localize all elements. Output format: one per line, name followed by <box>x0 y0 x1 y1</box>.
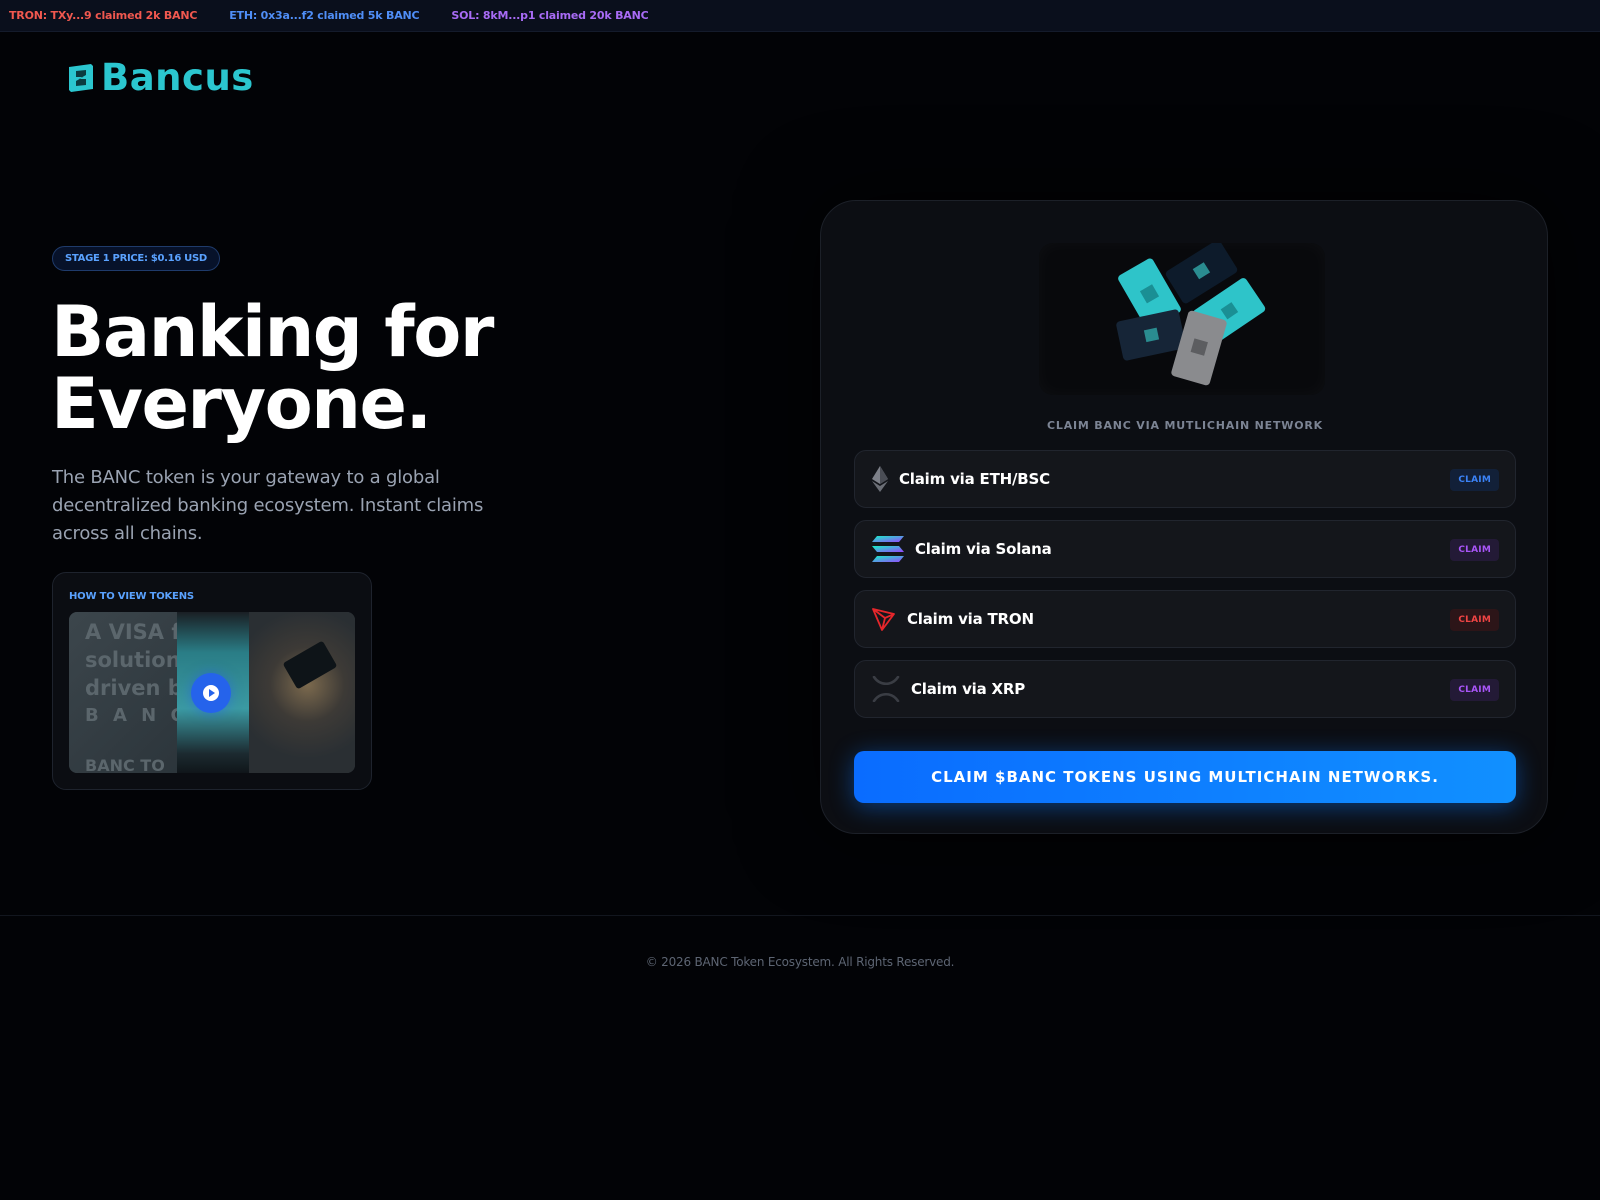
video-label: HOW TO VIEW TOKENS <box>69 591 194 602</box>
cards-illustration <box>1039 240 1325 395</box>
xrp-icon <box>871 674 901 704</box>
play-button[interactable] <box>191 673 231 713</box>
bank-cards-image <box>1116 240 1266 386</box>
thumb-line: solution <box>85 648 181 672</box>
footer-divider <box>0 915 1600 916</box>
stage-price-badge: STAGE 1 PRICE: $0.16 USD <box>52 246 220 271</box>
footer-copyright: © 2026 BANC Token Ecosystem. All Rights … <box>645 955 955 969</box>
claim-option-label: Claim via Solana <box>915 540 1052 558</box>
ticker-item-eth: ETH: 0x3a...f2 claimed 5k BANC <box>229 9 420 22</box>
video-card: HOW TO VIEW TOKENS A VISA fia solution d… <box>52 572 372 790</box>
claim-badge[interactable]: CLAIM <box>1450 539 1499 561</box>
play-icon <box>203 685 219 701</box>
claim-option-xrp[interactable]: Claim via XRP CLAIM <box>854 660 1516 718</box>
hero-title-line-1: Banking for <box>51 291 494 373</box>
video-thumbnail[interactable]: A VISA fia solution driven by B A N C U … <box>69 612 355 773</box>
claim-badge[interactable]: CLAIM <box>1450 679 1499 701</box>
claims-ticker: TRON: TXy...9 claimed 2k BANC ETH: 0x3a.… <box>0 0 1600 32</box>
claim-option-label: Claim via TRON <box>907 610 1034 628</box>
solana-icon <box>871 534 905 564</box>
ethereum-icon <box>871 464 889 494</box>
hero-title: Banking for Everyone. <box>51 291 494 445</box>
bancus-logo-icon <box>69 63 93 92</box>
brand-name: Bancus <box>101 56 254 99</box>
claim-option-tron[interactable]: Claim via TRON CLAIM <box>854 590 1516 648</box>
claim-panel: CLAIM BANC VIA MUTLICHAIN NETWORK Claim … <box>820 200 1548 834</box>
claim-option-label: Claim via XRP <box>911 680 1026 698</box>
claim-badge[interactable]: CLAIM <box>1450 609 1499 631</box>
claim-option-label: Claim via ETH/BSC <box>899 470 1050 488</box>
claim-option-eth[interactable]: Claim via ETH/BSC CLAIM <box>854 450 1516 508</box>
thumb-line: BANC TO <box>85 756 165 773</box>
thumbnail-photo-image <box>249 612 355 773</box>
tron-icon <box>871 604 897 634</box>
hero-subtitle: The BANC token is your gateway to a glob… <box>52 467 484 544</box>
claim-panel-caption: CLAIM BANC VIA MUTLICHAIN NETWORK <box>1047 419 1323 432</box>
claim-tokens-button[interactable]: CLAIM $BANC TOKENS USING MULTICHAIN NETW… <box>854 751 1516 803</box>
ticker-item-tron: TRON: TXy...9 claimed 2k BANC <box>9 9 198 22</box>
claim-badge[interactable]: CLAIM <box>1450 469 1499 491</box>
thumbnail-text-panel: A VISA fia solution driven by B A N C U … <box>69 612 213 773</box>
brand-logo[interactable]: Bancus <box>65 59 254 96</box>
ticker-item-sol: SOL: 8kM...p1 claimed 20k BANC <box>451 9 649 22</box>
hero-title-line-2: Everyone. <box>51 363 432 445</box>
claim-option-solana[interactable]: Claim via Solana CLAIM <box>854 520 1516 578</box>
